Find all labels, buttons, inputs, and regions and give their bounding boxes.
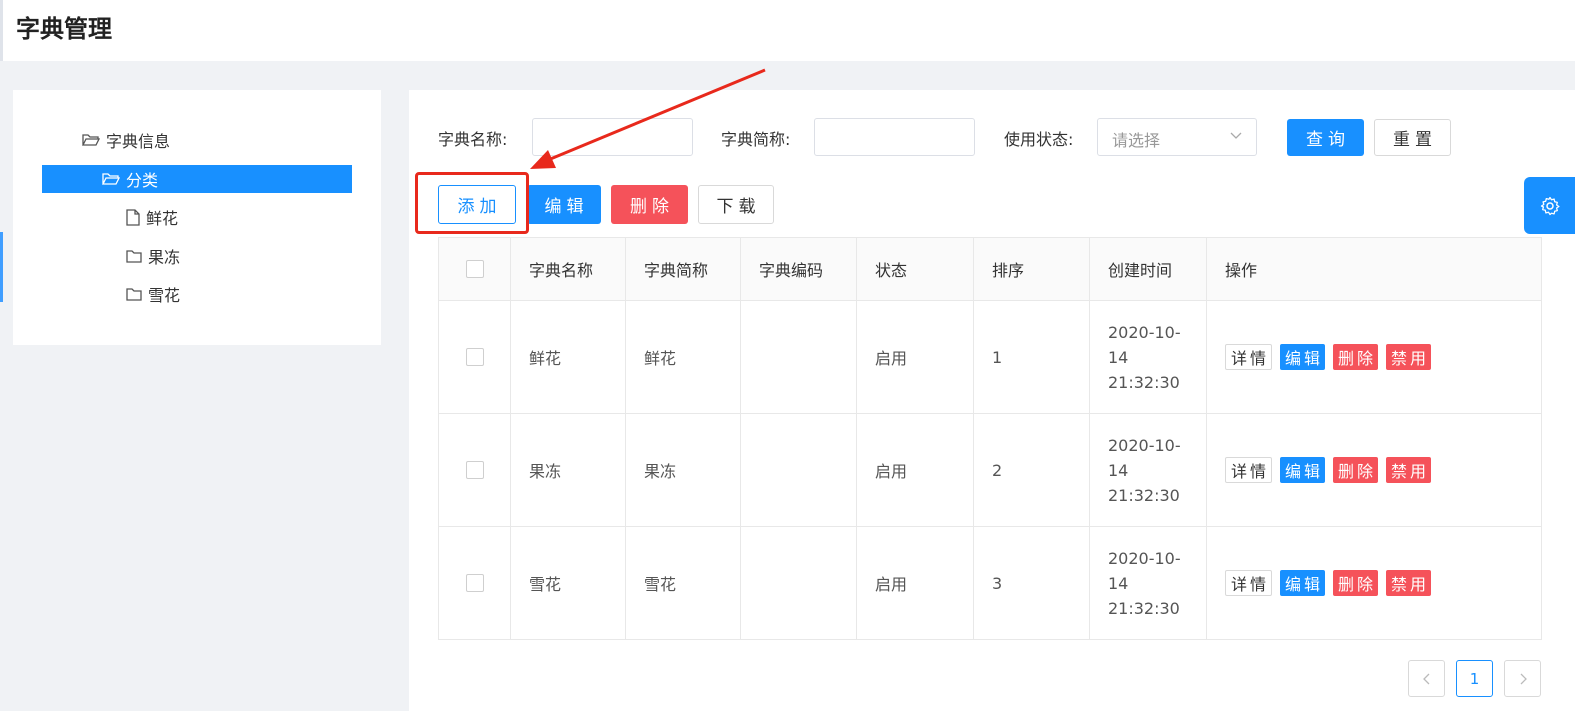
settings-tab[interactable] xyxy=(1524,177,1575,234)
table-header-row: 字典名称 字典简称 字典编码 状态 排序 创建时间 操作 xyxy=(438,237,1542,301)
delete-button[interactable]: 删除 xyxy=(611,185,688,224)
prev-page-button[interactable] xyxy=(1408,660,1445,697)
cell-created-time: 2020-10- 14 21:32:30 xyxy=(1089,526,1207,640)
cell-created-time: 2020-10- 14 21:32:30 xyxy=(1089,413,1207,527)
page-title: 字典管理 xyxy=(16,15,112,43)
status-label: 使用状态: xyxy=(1004,130,1074,149)
tree-node-label: 果冻 xyxy=(148,248,181,267)
row-delete-button[interactable]: 删除 xyxy=(1333,344,1379,370)
detail-button[interactable]: 详情 xyxy=(1225,570,1273,596)
left-edge-accent xyxy=(0,232,3,302)
query-button[interactable]: 查询 xyxy=(1287,119,1364,156)
row-edit-button[interactable]: 编辑 xyxy=(1280,570,1326,596)
next-page-button[interactable] xyxy=(1504,660,1541,697)
status-select-placeholder: 请选择 xyxy=(1112,131,1161,150)
row-edit-button[interactable]: 编辑 xyxy=(1280,344,1326,370)
cell-short: 鲜花 xyxy=(625,300,741,414)
table-row: 雪花 雪花 启用 3 2020-10- 14 21:32:30 详情 编辑 删除 禁… xyxy=(438,526,1542,640)
tree-node-child[interactable]: 鲜花 xyxy=(126,203,178,231)
cell-status: 启用 xyxy=(856,300,974,414)
select-all-checkbox[interactable] xyxy=(465,260,484,278)
cell-code xyxy=(740,300,857,414)
folder-icon xyxy=(126,250,142,263)
page-number-button[interactable]: 1 xyxy=(1456,660,1493,697)
column-header[interactable]: 字典简称 xyxy=(625,237,741,301)
cell-status: 启用 xyxy=(856,526,974,640)
cell-name: 雪花 xyxy=(510,526,626,640)
page-header: 字典管理 xyxy=(0,0,1575,61)
cell-actions: 详情 编辑 删除 禁用 xyxy=(1206,526,1542,640)
cell-actions: 详情 编辑 删除 禁用 xyxy=(1206,413,1542,527)
dict-name-label: 字典名称: xyxy=(438,130,508,149)
chevron-right-icon xyxy=(1520,673,1527,684)
download-button[interactable]: 下载 xyxy=(698,185,774,224)
tree-node-label: 字典信息 xyxy=(106,132,171,151)
row-checkbox[interactable] xyxy=(465,461,484,479)
disable-button[interactable]: 禁用 xyxy=(1386,457,1432,483)
tree-node-label: 鲜花 xyxy=(146,209,179,228)
disable-button[interactable]: 禁用 xyxy=(1386,344,1432,370)
cell-short: 雪花 xyxy=(625,526,741,640)
tree-node-selected[interactable]: 分类 xyxy=(42,165,352,193)
cell-order: 1 xyxy=(973,300,1090,414)
edit-button[interactable]: 编辑 xyxy=(527,185,601,224)
tree-node-child[interactable]: 果冻 xyxy=(126,242,180,270)
column-header: 操作 xyxy=(1206,237,1542,301)
column-header[interactable]: 创建时间 xyxy=(1089,237,1207,301)
cell-code xyxy=(740,413,857,527)
detail-button[interactable]: 详情 xyxy=(1225,344,1273,370)
dictionary-table: 字典名称 字典简称 字典编码 状态 排序 创建时间 操作 鲜花 鲜花 启用 1 … xyxy=(438,237,1542,640)
tree-node-root[interactable]: 字典信息 xyxy=(82,126,170,154)
table-row: 鲜花 鲜花 启用 1 2020-10- 14 21:32:30 详情 编辑 删除 禁… xyxy=(438,300,1542,414)
folder-open-icon xyxy=(102,173,120,185)
file-icon xyxy=(126,208,140,226)
chevron-left-icon xyxy=(1422,673,1429,684)
table-row: 果冻 果冻 启用 2 2020-10- 14 21:32:30 详情 编辑 删除 禁… xyxy=(438,413,1542,527)
cell-status: 启用 xyxy=(856,413,974,527)
column-header[interactable]: 状态 xyxy=(856,237,974,301)
column-header[interactable]: 字典编码 xyxy=(740,237,857,301)
select-all-cell xyxy=(438,237,511,301)
column-header[interactable]: 字典名称 xyxy=(510,237,626,301)
tree-node-label: 分类 xyxy=(126,171,159,190)
detail-button[interactable]: 详情 xyxy=(1225,457,1273,483)
cell-name: 鲜花 xyxy=(510,300,626,414)
row-checkbox[interactable] xyxy=(465,348,484,366)
row-edit-button[interactable]: 编辑 xyxy=(1280,457,1326,483)
column-header[interactable]: 排序 xyxy=(973,237,1090,301)
reset-button[interactable]: 重置 xyxy=(1374,119,1451,156)
annotation-highlight-box xyxy=(415,172,529,234)
cell-code xyxy=(740,526,857,640)
category-tree-panel: 字典信息 分类 鲜花 果冻 雪花 xyxy=(13,90,381,345)
row-checkbox[interactable] xyxy=(465,574,484,592)
tree-node-label: 雪花 xyxy=(148,286,181,305)
cell-short: 果冻 xyxy=(625,413,741,527)
chevron-down-icon xyxy=(1230,132,1242,139)
dict-name-input[interactable] xyxy=(532,118,693,156)
gear-icon xyxy=(1540,196,1560,215)
folder-open-icon xyxy=(82,134,100,146)
cell-created-time: 2020-10- 14 21:32:30 xyxy=(1089,300,1207,414)
cell-order: 2 xyxy=(973,413,1090,527)
dict-short-label: 字典简称: xyxy=(721,130,791,149)
dict-short-input[interactable] xyxy=(814,118,975,156)
cell-name: 果冻 xyxy=(510,413,626,527)
row-delete-button[interactable]: 删除 xyxy=(1333,457,1379,483)
folder-icon xyxy=(126,288,142,301)
disable-button[interactable]: 禁用 xyxy=(1386,570,1432,596)
status-select[interactable]: 请选择 xyxy=(1097,118,1257,156)
cell-actions: 详情 编辑 删除 禁用 xyxy=(1206,300,1542,414)
tree-node-child[interactable]: 雪花 xyxy=(126,280,180,308)
row-delete-button[interactable]: 删除 xyxy=(1333,570,1379,596)
cell-order: 3 xyxy=(973,526,1090,640)
